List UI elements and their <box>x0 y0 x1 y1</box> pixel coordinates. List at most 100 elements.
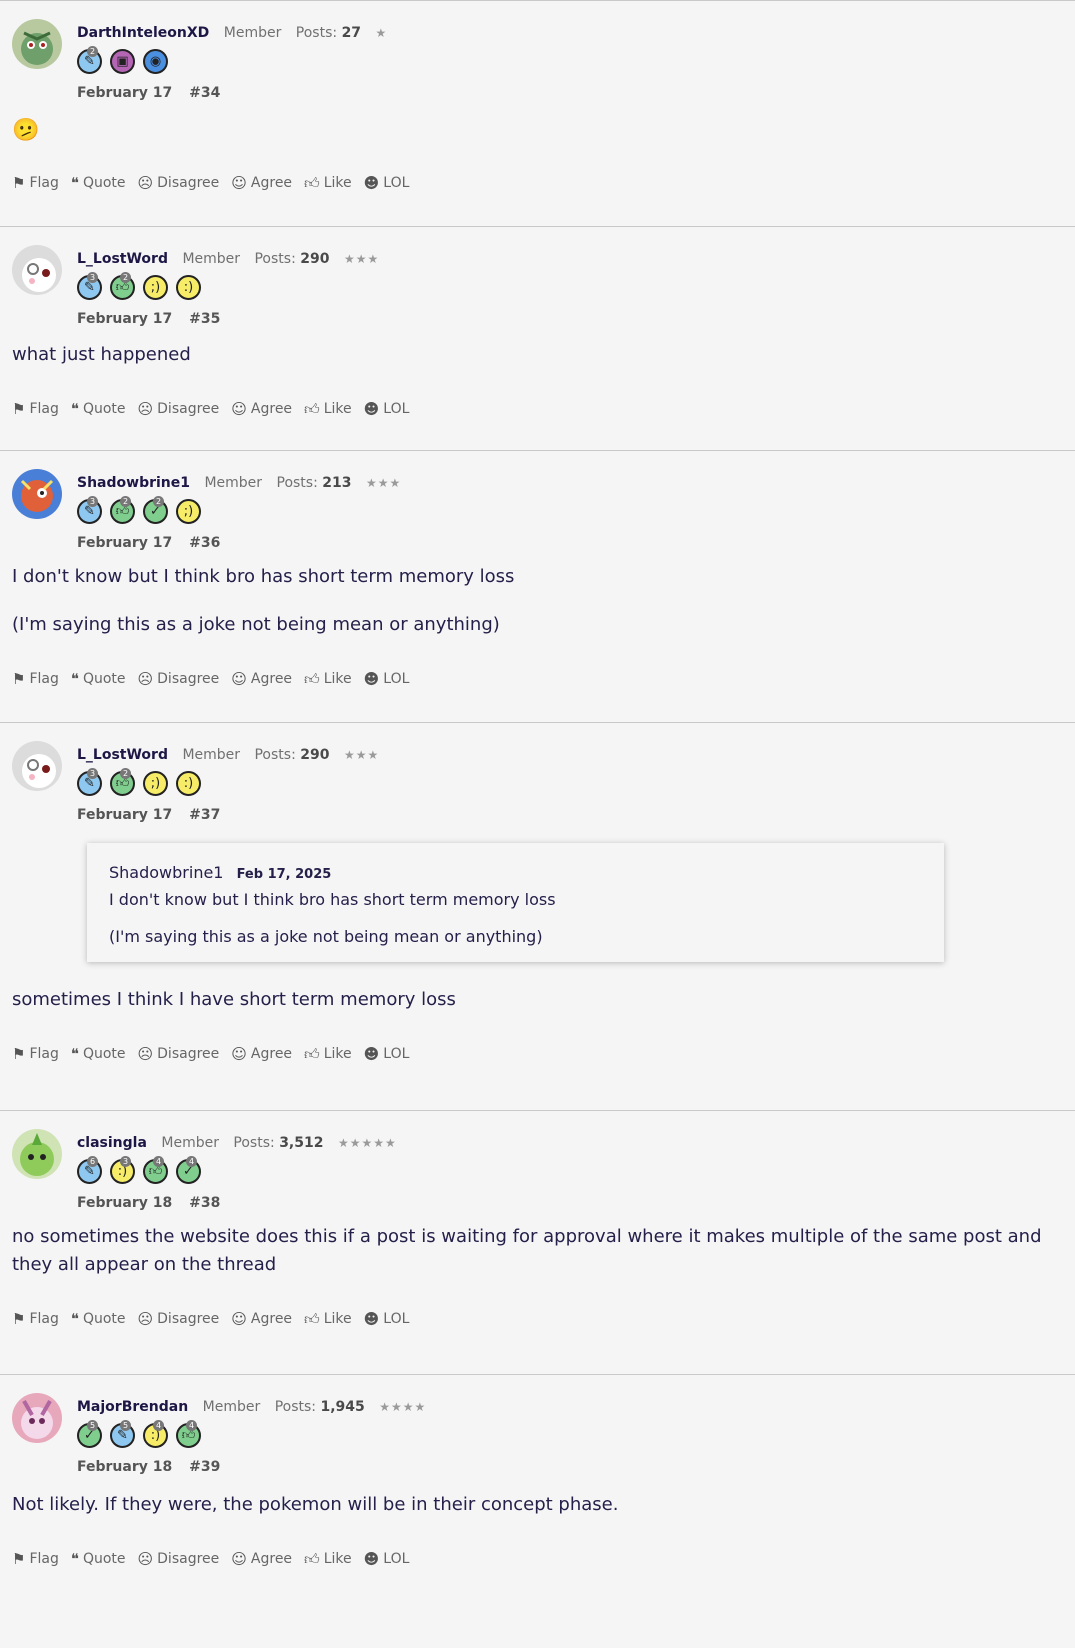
quote-icon: ❝ <box>70 1310 79 1328</box>
flag-button[interactable]: ⚑ Flag <box>12 174 59 192</box>
avatar[interactable] <box>12 19 62 69</box>
like-button[interactable]: 👍︎ Like <box>304 400 352 419</box>
like-badge-icon[interactable]: 👍︎ 4 <box>176 1420 201 1448</box>
wink-badge-icon[interactable]: ;) <box>143 771 168 796</box>
quote-date[interactable]: Feb 17, 2025 <box>237 867 332 882</box>
agree-button[interactable]: ☺ Agree <box>231 1310 292 1328</box>
post-count: 290 <box>300 747 330 763</box>
avatar[interactable] <box>12 1393 62 1443</box>
post-number[interactable]: #38 <box>189 1195 220 1211</box>
lol-button[interactable]: ☻ LOL <box>364 1550 410 1568</box>
flag-icon: ⚑ <box>12 400 26 418</box>
like-badge-icon[interactable]: 👍︎ 2 <box>110 496 135 524</box>
like-button[interactable]: 👍︎ Like <box>304 1310 352 1329</box>
camera-badge-icon[interactable]: ◉ <box>143 49 168 74</box>
like-button[interactable]: 👍︎ Like <box>304 174 352 193</box>
smile-badge-icon[interactable]: :) 4 <box>143 1420 168 1448</box>
smile-badge-icon[interactable]: :) 3 <box>110 1156 135 1184</box>
comment-badge-icon[interactable]: ✎ 3 <box>77 272 102 300</box>
author-name[interactable]: DarthInteleonXD <box>77 25 209 41</box>
flag-button[interactable]: ⚑ Flag <box>12 670 59 688</box>
flag-button[interactable]: ⚑ Flag <box>12 400 59 418</box>
smile-badge-icon[interactable]: :) <box>176 275 201 300</box>
post-number[interactable]: #36 <box>189 535 220 551</box>
quote-button[interactable]: ❝ Quote <box>71 1310 126 1328</box>
flag-label: Flag <box>29 175 59 191</box>
agree-button[interactable]: ☺ Agree <box>231 400 292 418</box>
agree-label: Agree <box>250 1046 293 1062</box>
comment-badge-icon[interactable]: ✎ 3 <box>77 768 102 796</box>
post-date[interactable]: February 17 <box>77 85 172 101</box>
lol-button[interactable]: ☻ LOL <box>364 670 410 688</box>
like-badge-icon[interactable]: 👍︎ 2 <box>110 768 135 796</box>
lol-button[interactable]: ☻ LOL <box>364 400 410 418</box>
post-date[interactable]: February 18 <box>77 1459 172 1475</box>
comment-badge-icon[interactable]: ✎ 3 <box>77 496 102 524</box>
disagree-button[interactable]: ☹ Disagree <box>138 1310 220 1328</box>
flag-icon: ⚑ <box>12 174 26 192</box>
user-role: Member <box>223 25 282 41</box>
disagree-button[interactable]: ☹ Disagree <box>138 400 220 418</box>
laugh-icon: ☻ <box>363 1045 380 1063</box>
flag-button[interactable]: ⚑ Flag <box>12 1310 59 1328</box>
post-number[interactable]: #39 <box>189 1459 220 1475</box>
agree-button[interactable]: ☺ Agree <box>231 1550 292 1568</box>
smile-badge-icon[interactable]: :) <box>176 771 201 796</box>
lol-button[interactable]: ☻ LOL <box>364 1045 410 1063</box>
quote-button[interactable]: ❝ Quote <box>71 400 126 418</box>
lol-button[interactable]: ☻ LOL <box>364 174 410 192</box>
avatar[interactable] <box>12 469 62 519</box>
quote-label: Quote <box>82 1551 126 1567</box>
agree-button[interactable]: ☺ Agree <box>231 670 292 688</box>
post-number[interactable]: #34 <box>189 85 220 101</box>
author-name[interactable]: Shadowbrine1 <box>77 475 190 491</box>
post-date[interactable]: February 17 <box>77 535 172 551</box>
like-badge-icon[interactable]: 👍︎ 2 <box>110 272 135 300</box>
disagree-button[interactable]: ☹ Disagree <box>138 670 220 688</box>
wink-badge-icon[interactable]: ;) <box>176 499 201 524</box>
post-number[interactable]: #35 <box>189 311 220 327</box>
like-button[interactable]: 👍︎ Like <box>304 670 352 689</box>
disagree-button[interactable]: ☹ Disagree <box>138 174 220 192</box>
lol-button[interactable]: ☻ LOL <box>364 1310 410 1328</box>
avatar[interactable] <box>12 1129 62 1179</box>
author-name[interactable]: L_LostWord <box>77 747 168 763</box>
like-badge-icon[interactable]: 👍︎ 4 <box>143 1156 168 1184</box>
flag-button[interactable]: ⚑ Flag <box>12 1045 59 1063</box>
post-date[interactable]: February 17 <box>77 311 172 327</box>
wink-badge-icon[interactable]: ;) <box>143 275 168 300</box>
flag-button[interactable]: ⚑ Flag <box>12 1550 59 1568</box>
flag-icon: ⚑ <box>12 1310 26 1328</box>
disagree-button[interactable]: ☹ Disagree <box>138 1045 220 1063</box>
comment-badge-icon[interactable]: ✎ 2 <box>77 46 102 74</box>
author-name[interactable]: clasingla <box>77 1135 147 1151</box>
quote-button[interactable]: ❝ Quote <box>71 670 126 688</box>
agree-label: Agree <box>250 1311 293 1327</box>
comment-badge-icon[interactable]: ✎ 5 <box>110 1420 135 1448</box>
check-badge-icon[interactable]: ✓ 2 <box>143 496 168 524</box>
post-body: no sometimes the website does this if a … <box>12 1226 1042 1275</box>
like-button[interactable]: 👍︎ Like <box>304 1045 352 1064</box>
agree-button[interactable]: ☺ Agree <box>231 174 292 192</box>
check-badge-icon[interactable]: ✓ 5 <box>77 1420 102 1448</box>
quote-author[interactable]: Shadowbrine1 <box>109 863 223 882</box>
check-badge-icon[interactable]: ✓ 4 <box>176 1156 201 1184</box>
agree-button[interactable]: ☺ Agree <box>231 1045 292 1063</box>
avatar[interactable] <box>12 741 62 791</box>
lol-label: LOL <box>383 1551 410 1567</box>
disagree-button[interactable]: ☹ Disagree <box>138 1550 220 1568</box>
post-date[interactable]: February 17 <box>77 807 172 823</box>
badge-row: ✎ 6 :) 3 👍︎ 4 ✓ 4 <box>77 1156 1075 1187</box>
quote-button[interactable]: ❝ Quote <box>71 174 126 192</box>
author-name[interactable]: MajorBrendan <box>77 1399 188 1415</box>
post-date[interactable]: February 18 <box>77 1195 172 1211</box>
comment-badge-icon[interactable]: ✎ 6 <box>77 1156 102 1184</box>
quote-button[interactable]: ❝ Quote <box>71 1550 126 1568</box>
laugh-icon: ☻ <box>363 1550 380 1568</box>
like-button[interactable]: 👍︎ Like <box>304 1550 352 1569</box>
avatar[interactable] <box>12 245 62 295</box>
author-name[interactable]: L_LostWord <box>77 251 168 267</box>
post-number[interactable]: #37 <box>189 807 220 823</box>
quote-button[interactable]: ❝ Quote <box>71 1045 126 1063</box>
photo-frame-badge-icon[interactable]: ▣ <box>110 49 135 74</box>
